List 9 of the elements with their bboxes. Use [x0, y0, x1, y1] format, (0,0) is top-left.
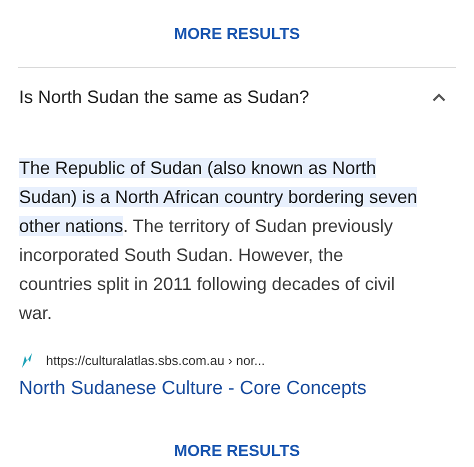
leaf-logo-icon — [20, 352, 34, 369]
more-results-link[interactable]: MORE RESULTS — [174, 441, 300, 463]
source-url: https://culturalatlas.sbs.com.au › nor... — [46, 353, 265, 368]
question-row[interactable]: Is North Sudan the same as Sudan? — [0, 68, 474, 126]
answer-paragraph: The Republic of Sudan (also known as North Sudan) is a North African country bordering seven other nations. The territory of Sudan previously incorporated South Sudan. However, the countries split in 2011 following decades of civil war. — [18, 157, 418, 325]
source-title-link[interactable]: North Sudanese Culture - Core Concepts — [19, 375, 474, 403]
chevron-icon[interactable] — [432, 92, 446, 102]
question-text: Is North Sudan the same as Sudan? — [19, 86, 310, 108]
more-results-link[interactable]: MORE RESULTS — [174, 24, 300, 46]
